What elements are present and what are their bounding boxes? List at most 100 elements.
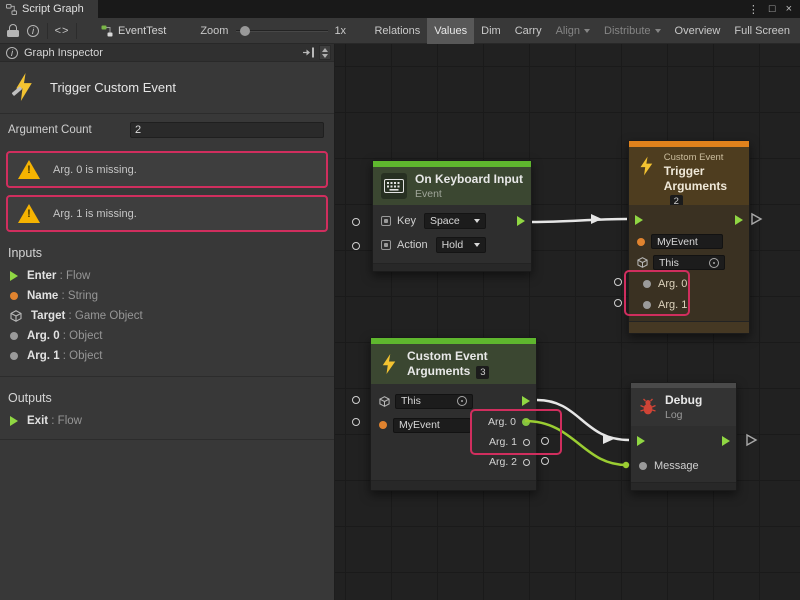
node-header[interactable]: On Keyboard Input Event bbox=[373, 167, 531, 205]
io-type: : Flow bbox=[51, 415, 82, 427]
values-button[interactable]: Values bbox=[427, 18, 474, 44]
input-row-name: Name : String bbox=[0, 286, 334, 306]
graph-asset-icon bbox=[101, 25, 113, 37]
io-type: : Game Object bbox=[69, 310, 143, 322]
node-subtitle: Arguments3 bbox=[407, 364, 489, 379]
lock-icon[interactable] bbox=[3, 20, 23, 42]
gameobject-cube-icon[interactable] bbox=[379, 396, 390, 407]
arg2-label: Arg. 2 bbox=[489, 456, 517, 468]
target-field[interactable]: This bbox=[653, 255, 725, 270]
action-label: Action bbox=[397, 239, 428, 251]
node-debug-log[interactable]: Debug Log Message bbox=[630, 382, 737, 491]
output-row-exit: Exit : Flow bbox=[0, 411, 334, 431]
carry-button[interactable]: Carry bbox=[508, 18, 549, 44]
zoom-slider[interactable] bbox=[236, 25, 328, 37]
string-port-icon[interactable] bbox=[379, 421, 387, 429]
arrow-up-icon bbox=[322, 48, 328, 52]
window-menu-icon[interactable]: ⋮ bbox=[748, 3, 759, 16]
port-circle[interactable] bbox=[352, 218, 360, 226]
flow-output-port[interactable] bbox=[735, 215, 743, 225]
continuation-triangle-icon bbox=[752, 214, 761, 224]
graph-toolbar: i <> EventTest Zoom 1x Relations Values … bbox=[0, 18, 800, 44]
string-port-icon[interactable] bbox=[637, 238, 645, 246]
node-header[interactable]: Custom Event Arguments3 bbox=[371, 344, 536, 384]
node-subtitle: Event bbox=[415, 188, 523, 200]
key-dropdown[interactable]: Space bbox=[424, 213, 486, 229]
keyboard-icon bbox=[381, 173, 407, 199]
io-type: : String bbox=[62, 290, 98, 302]
object-port-icon bbox=[10, 332, 18, 340]
align-button[interactable]: Align bbox=[549, 18, 597, 44]
object-port-icon[interactable] bbox=[639, 462, 647, 470]
action-dropdown[interactable]: Hold bbox=[436, 237, 486, 253]
flow-input-port[interactable] bbox=[637, 436, 645, 446]
keycap-icon bbox=[381, 240, 391, 250]
fullscreen-button[interactable]: Full Screen bbox=[727, 18, 797, 44]
object-picker-icon[interactable] bbox=[457, 396, 467, 406]
graph-asset-button[interactable]: EventTest bbox=[101, 25, 166, 37]
warning-arg1-missing: ! Arg. 1 is missing. bbox=[6, 195, 328, 232]
node-footer bbox=[631, 482, 736, 490]
pane-scroll-buttons[interactable] bbox=[319, 45, 331, 60]
zoom-knob[interactable] bbox=[240, 26, 250, 36]
window-maximize-icon[interactable]: □ bbox=[769, 3, 776, 15]
node-category: Custom Event bbox=[664, 152, 741, 163]
edit-code-icon[interactable]: <> bbox=[52, 20, 72, 42]
event-name-field[interactable]: MyEvent bbox=[651, 234, 723, 249]
port-circle[interactable] bbox=[614, 278, 622, 286]
info-icon[interactable]: i bbox=[23, 20, 43, 42]
port-circle[interactable] bbox=[352, 418, 360, 426]
argument-count-label: Argument Count bbox=[8, 124, 130, 136]
distribute-button[interactable]: Distribute bbox=[597, 18, 667, 44]
input-row-enter: Enter : Flow bbox=[0, 266, 334, 286]
port-circle[interactable] bbox=[352, 396, 360, 404]
node-header[interactable]: Debug Log bbox=[631, 388, 736, 426]
tab-script-graph[interactable]: Script Graph bbox=[0, 0, 98, 18]
window-close-icon[interactable]: × bbox=[786, 3, 792, 15]
outputs-section-header: Outputs bbox=[0, 377, 334, 411]
flow-row bbox=[629, 209, 749, 231]
port-circle[interactable] bbox=[352, 242, 360, 250]
string-port-icon bbox=[10, 292, 18, 300]
dim-button[interactable]: Dim bbox=[474, 18, 508, 44]
relations-button[interactable]: Relations bbox=[367, 18, 427, 44]
graph-asset-name: EventTest bbox=[118, 25, 166, 37]
warning-icon: ! bbox=[18, 204, 40, 223]
inputs-section-header: Inputs bbox=[0, 232, 334, 266]
flow-output-port[interactable] bbox=[517, 216, 525, 226]
graph-canvas[interactable]: On Keyboard Input Event Key Space Action… bbox=[335, 44, 800, 600]
node-title: On Keyboard Input bbox=[415, 172, 523, 186]
node-body: Message bbox=[631, 426, 736, 482]
annotation-box-event-args bbox=[470, 409, 562, 455]
argument-count-input[interactable]: 2 bbox=[130, 122, 324, 138]
flow-output-port[interactable] bbox=[522, 396, 530, 406]
chevron-down-icon bbox=[474, 219, 480, 223]
key-label: Key bbox=[397, 215, 416, 227]
warning-icon: ! bbox=[18, 160, 40, 179]
port-circle-icon[interactable] bbox=[523, 459, 530, 466]
target-field[interactable]: This bbox=[395, 394, 473, 409]
gameobject-cube-icon[interactable] bbox=[637, 257, 648, 268]
io-name: Arg. 1 bbox=[27, 350, 60, 362]
object-picker-icon[interactable] bbox=[709, 258, 719, 268]
graph-inspector-panel: i Graph Inspector Trigger Custom Event A… bbox=[0, 44, 335, 600]
argument-count-row: Argument Count 2 bbox=[0, 114, 334, 144]
flow-output-port[interactable] bbox=[722, 436, 730, 446]
node-subtitle: Log bbox=[665, 409, 702, 421]
io-type: : Object bbox=[63, 350, 103, 362]
node-on-keyboard-input[interactable]: On Keyboard Input Event Key Space Action… bbox=[372, 160, 532, 272]
graph-inspector-title: Graph Inspector bbox=[24, 47, 103, 59]
node-subtitle: Arguments2 bbox=[664, 179, 741, 208]
padlock-shape bbox=[7, 24, 19, 37]
dock-inspector-icon[interactable] bbox=[302, 47, 315, 58]
target-value: This bbox=[401, 395, 451, 407]
port-circle[interactable] bbox=[541, 457, 549, 465]
port-circle[interactable] bbox=[614, 299, 622, 307]
overview-button[interactable]: Overview bbox=[668, 18, 728, 44]
tab-bar: Script Graph ⋮ □ × bbox=[0, 0, 800, 18]
event-name-field[interactable]: MyEvent bbox=[393, 418, 471, 433]
flow-input-port[interactable] bbox=[635, 215, 643, 225]
toolbar-separator bbox=[76, 23, 77, 39]
node-header[interactable]: Custom Event Trigger Arguments2 bbox=[629, 147, 749, 205]
lightning-pencil-icon bbox=[10, 73, 38, 101]
